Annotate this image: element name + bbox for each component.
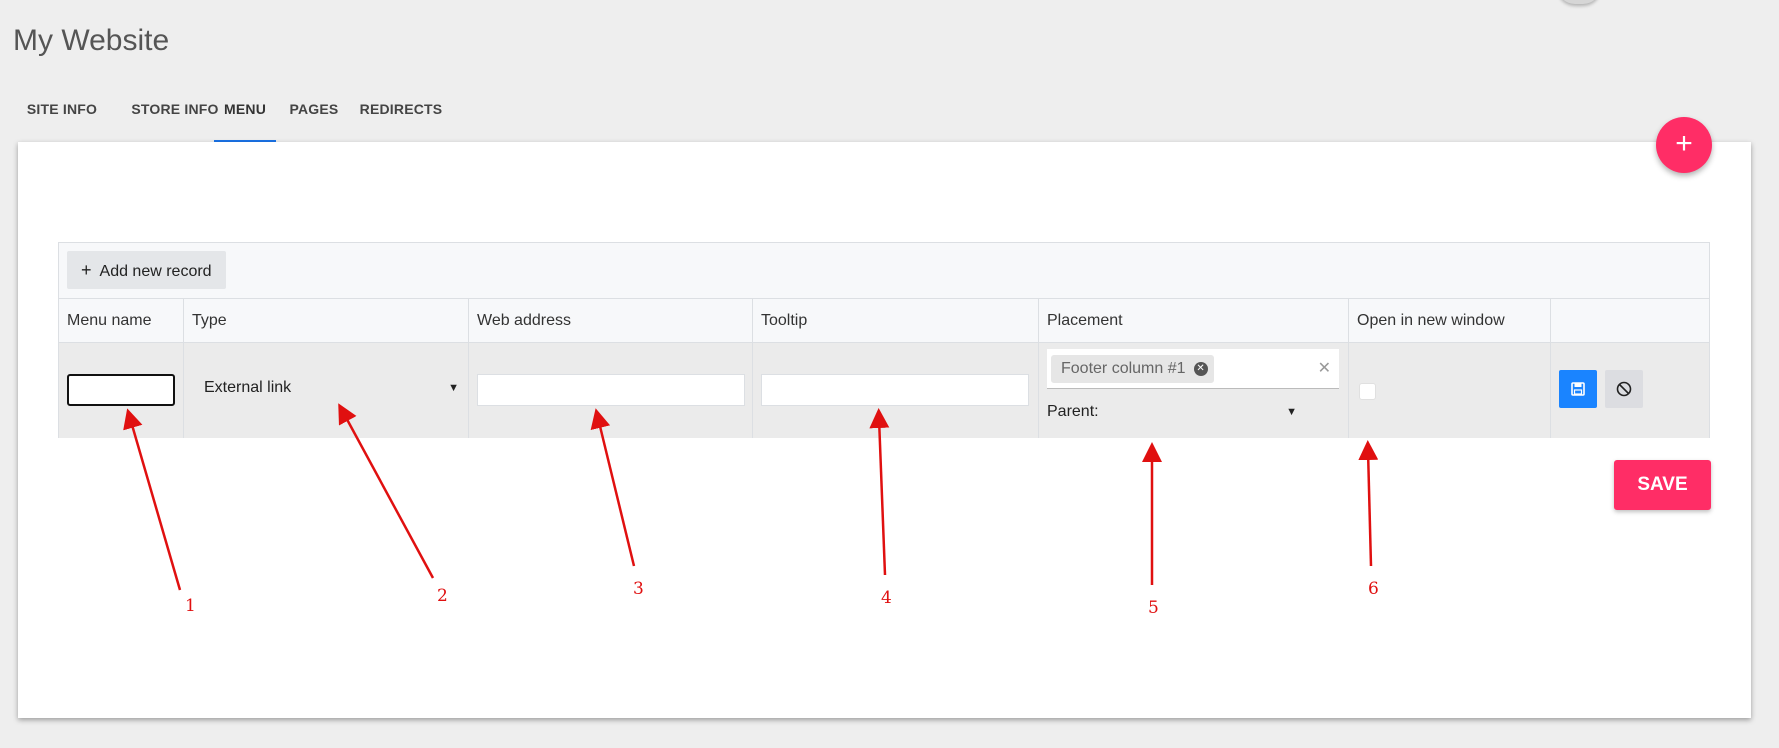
- annotation-label-3: 3: [633, 579, 644, 599]
- annotation-arrow-3: [590, 408, 636, 567]
- annotation-label-5: 5: [1148, 598, 1159, 618]
- annotation-label-2: 2: [437, 586, 448, 606]
- annotation-arrows: [123, 403, 1379, 591]
- annotation-label-1: 1: [185, 596, 196, 616]
- annotation-arrow-6: [1358, 440, 1379, 567]
- annotation-label-4: 4: [881, 588, 892, 608]
- annotation-arrow-4: [869, 408, 890, 576]
- annotation-arrow-2: [338, 403, 435, 579]
- annotation-label-6: 6: [1368, 579, 1379, 599]
- annotation-arrow-1: [123, 408, 182, 591]
